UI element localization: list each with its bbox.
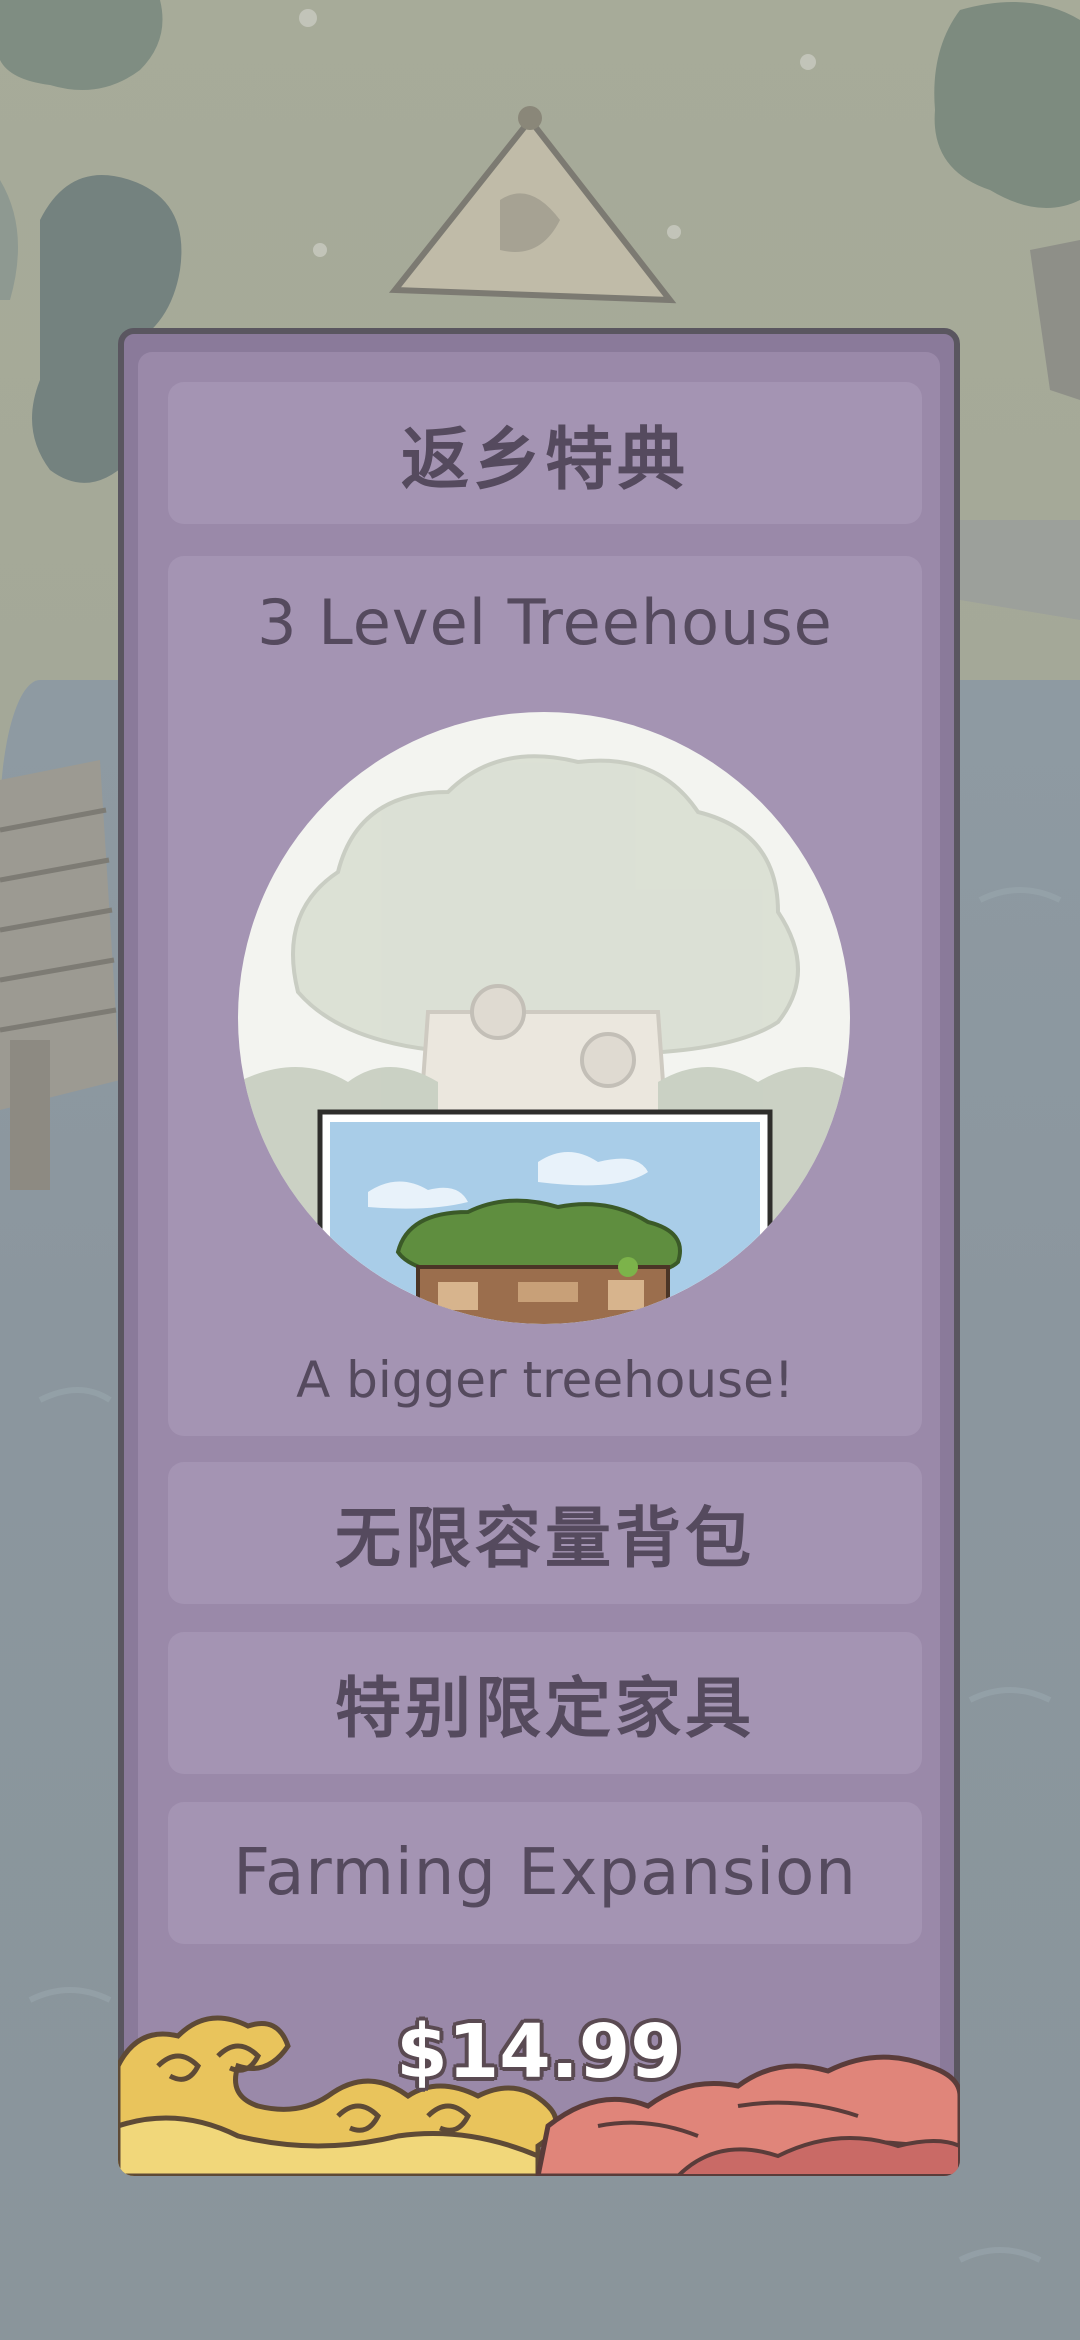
perk-limited-furniture: 特别限定家具 (168, 1632, 922, 1774)
feature-caption: A bigger treehouse! (296, 1351, 794, 1409)
feature-title: 3 Level Treehouse (257, 586, 833, 659)
perk-unlimited-backpack: 无限容量背包 (168, 1462, 922, 1604)
offer-panel: 返乡特典 3 Level Treehouse A bigger treehous… (118, 328, 960, 2176)
feature-card: 3 Level Treehouse A bigger treehouse! (168, 556, 922, 1436)
price-label[interactable]: $14.99 (124, 2009, 954, 2095)
treehouse-illustration (238, 712, 850, 1324)
offer-title: 返乡特典 (168, 382, 922, 524)
perk-farming-expansion: Farming Expansion (168, 1802, 922, 1944)
